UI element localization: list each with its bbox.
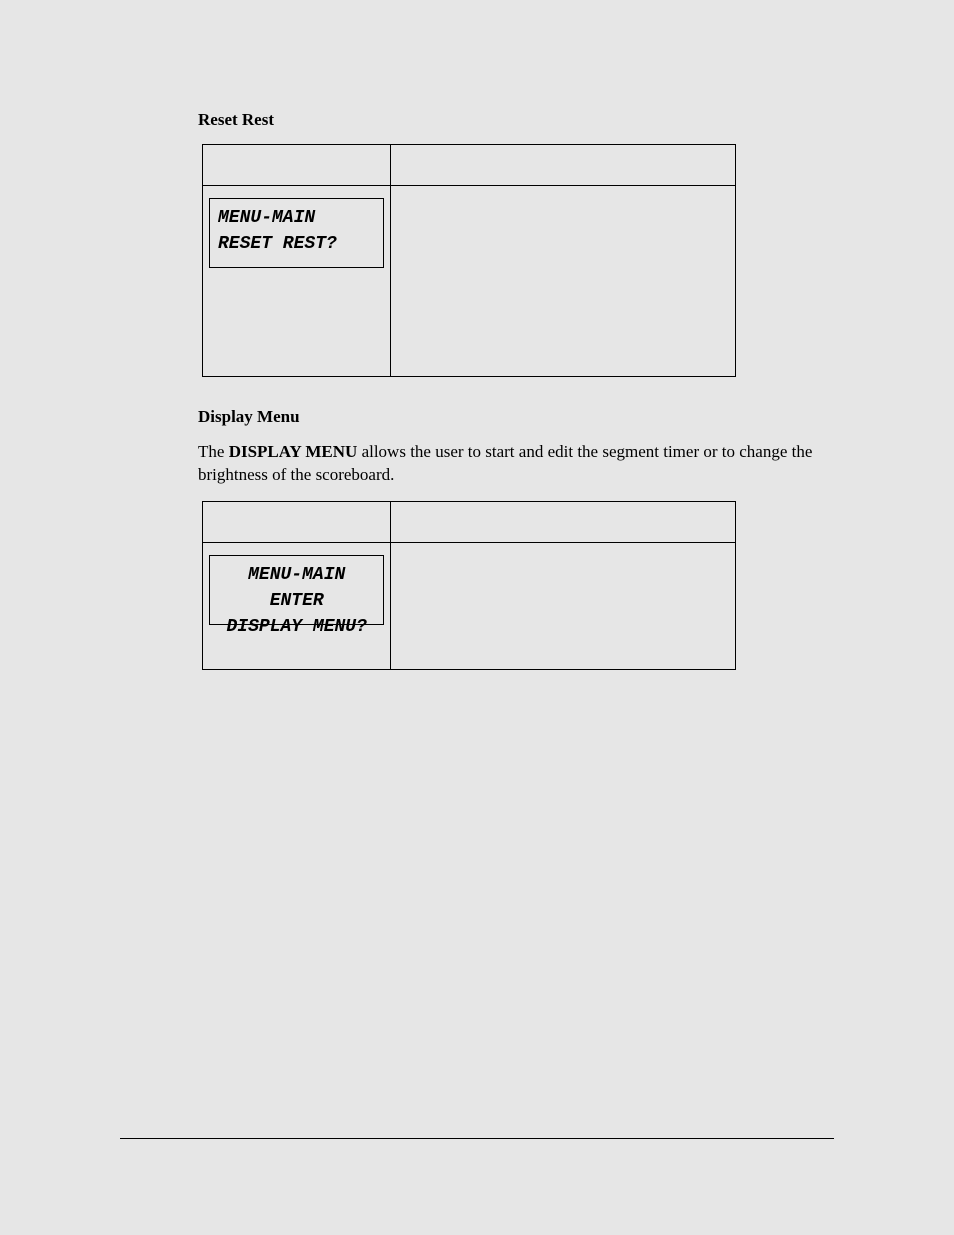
- para-bold: DISPLAY MENU: [229, 442, 358, 461]
- footer-rule: [120, 1138, 834, 1139]
- table-row: MENU-MAIN RESET REST?: [203, 186, 736, 377]
- lcd-line-1: MENU-MAIN: [218, 205, 375, 231]
- table-header-action: [391, 145, 736, 186]
- lcd-line-1: MENU-MAIN ENTER: [218, 562, 375, 614]
- lcd-line-2: RESET REST?: [218, 231, 375, 257]
- lcd-display: MENU-MAIN ENTER DISPLAY MENU?: [209, 555, 384, 625]
- section-title-reset-rest: Reset Rest: [198, 110, 834, 130]
- reset-rest-table: MENU-MAIN RESET REST?: [202, 144, 736, 377]
- action-cell: [391, 542, 736, 669]
- para-pre: The: [198, 442, 229, 461]
- page-content: Reset Rest MENU-MAIN RESET REST? Display…: [198, 110, 834, 700]
- display-menu-table: MENU-MAIN ENTER DISPLAY MENU?: [202, 501, 736, 670]
- lcd-cell: MENU-MAIN ENTER DISPLAY MENU?: [203, 542, 391, 669]
- table-header-row: [203, 145, 736, 186]
- action-cell: [391, 186, 736, 377]
- table-row: MENU-MAIN ENTER DISPLAY MENU?: [203, 542, 736, 669]
- table-header-action: [391, 501, 736, 542]
- table-header-row: [203, 501, 736, 542]
- lcd-line-2: DISPLAY MENU?: [218, 614, 375, 640]
- table-header-lcd: [203, 145, 391, 186]
- table-header-lcd: [203, 501, 391, 542]
- section-title-display-menu: Display Menu: [198, 407, 834, 427]
- display-menu-paragraph: The DISPLAY MENU allows the user to star…: [198, 441, 834, 487]
- lcd-cell: MENU-MAIN RESET REST?: [203, 186, 391, 377]
- document-page: Reset Rest MENU-MAIN RESET REST? Display…: [0, 0, 954, 1235]
- lcd-display: MENU-MAIN RESET REST?: [209, 198, 384, 268]
